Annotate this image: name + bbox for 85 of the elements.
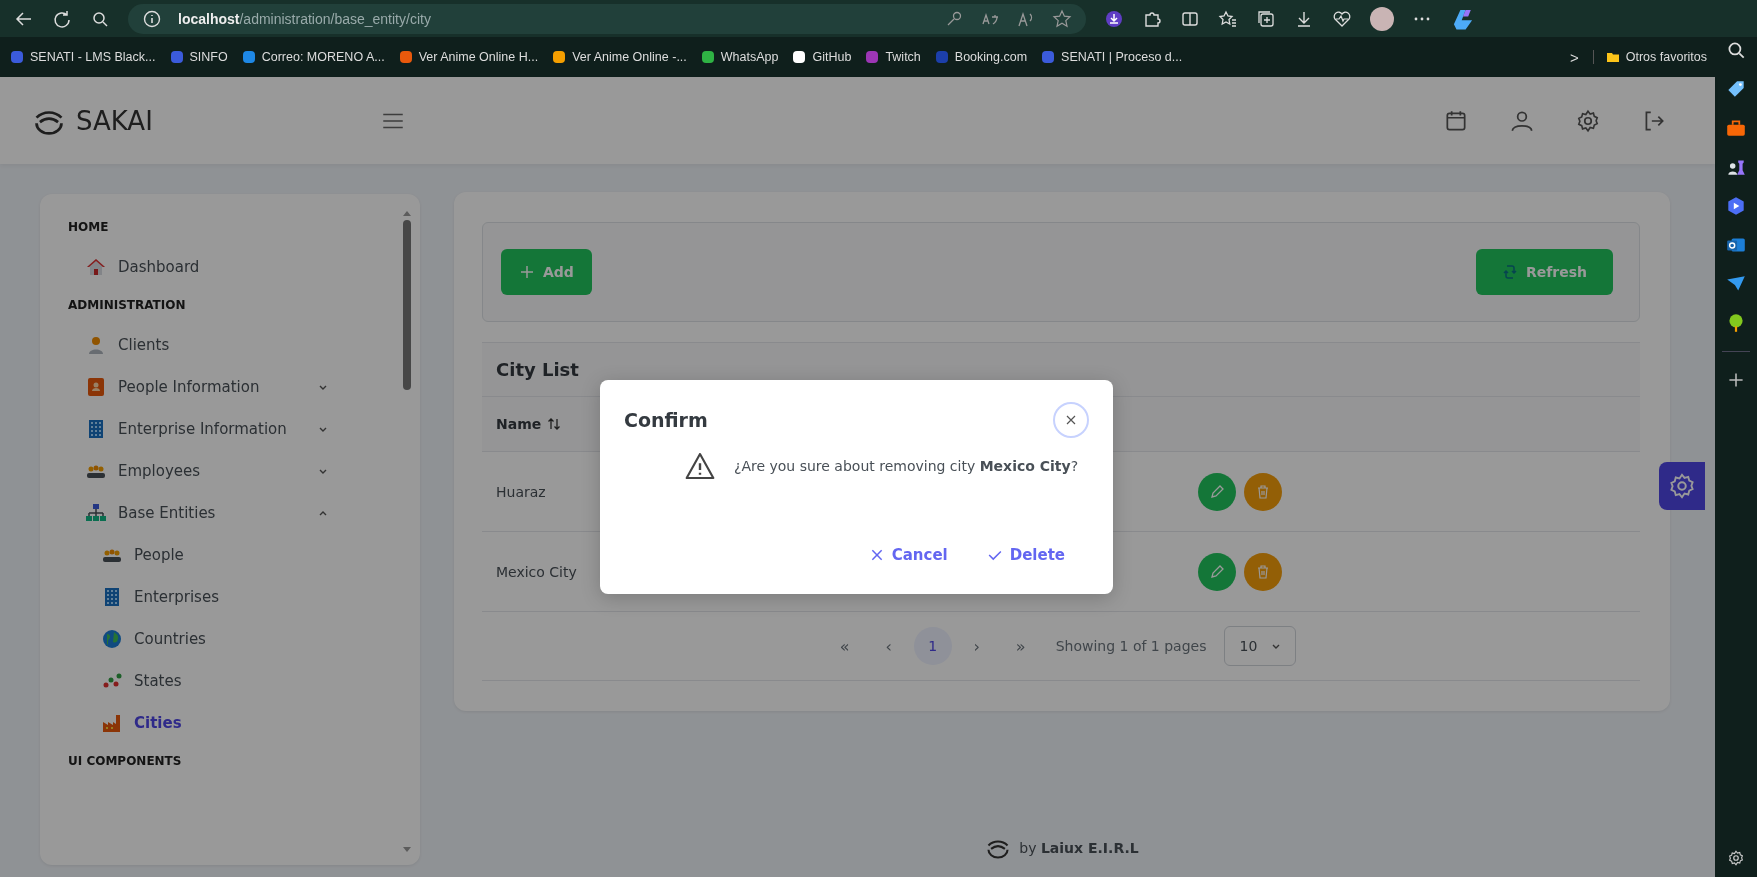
bookmark[interactable]: Twitch [865, 50, 921, 64]
site-logo-icon [241, 50, 256, 64]
dialog-message: ¿Are you sure about removing city Mexico City? [734, 458, 1079, 474]
address-book-icon [86, 377, 106, 397]
pencil-icon [1209, 563, 1225, 580]
dialog-title: Confirm [624, 409, 708, 431]
trash-icon [1255, 563, 1271, 580]
factory-icon [102, 713, 122, 733]
warning-icon [684, 450, 716, 482]
first-page-button[interactable]: « [825, 627, 864, 665]
star-icon[interactable] [1052, 8, 1072, 29]
site-logo-icon [552, 50, 567, 64]
sidebar-item[interactable]: Employees [68, 450, 328, 492]
bookmark[interactable]: Booking.com [934, 50, 1028, 64]
house-icon [86, 257, 106, 277]
logo-text: SAKAI [76, 105, 153, 136]
sort-icon [547, 417, 562, 431]
check-icon [987, 548, 1002, 562]
site-logo-icon [865, 50, 880, 64]
site-logo-icon [934, 50, 949, 64]
bookmark[interactable]: SENATI | Proceso d... [1041, 50, 1183, 64]
info-icon [142, 8, 162, 29]
footer-text: by Laiux E.I.R.L [1019, 840, 1139, 856]
building-icon [86, 419, 106, 439]
org-chart-icon [86, 503, 106, 523]
rows-per-page-dropdown[interactable]: 10 [1224, 626, 1297, 666]
previous-page-button[interactable]: ‹ [869, 627, 908, 665]
section-title: HOME [68, 219, 110, 236]
reload-icon[interactable] [52, 8, 72, 29]
settings-button[interactable] [1659, 462, 1705, 510]
refresh-icon [1501, 264, 1518, 280]
section-title: UI COMPONENTS [68, 753, 183, 770]
site-logo-icon [792, 50, 807, 64]
bookmark[interactable]: WhatsApp [700, 50, 779, 64]
sidebar-item[interactable]: States [68, 660, 328, 702]
close-icon [869, 548, 884, 562]
sidebar-item[interactable]: Cities [68, 702, 328, 744]
folder-icon [1605, 50, 1620, 64]
trash-icon [1255, 483, 1271, 500]
site-logo-icon [700, 50, 715, 64]
person-icon [86, 335, 106, 355]
next-page-button[interactable]: › [957, 627, 996, 665]
sidebar-item[interactable]: Countries [68, 618, 328, 660]
page-button[interactable]: 1 [913, 627, 952, 665]
bookmark[interactable]: Correo: MORENO A... [241, 50, 385, 64]
sidebar-item[interactable]: Enterprises [68, 576, 328, 618]
scrollbar-thumb[interactable] [403, 220, 411, 390]
bookmark[interactable]: SENATI - LMS Black... [10, 50, 156, 64]
sidebar-item[interactable]: People Information [68, 366, 328, 408]
page-report: Showing 1 of 1 pages [1055, 638, 1207, 654]
last-page-button[interactable]: » [1001, 627, 1040, 665]
address-bar[interactable]: localhost/administration/base_entity/city [128, 3, 1086, 34]
sidebar-item[interactable]: Base Entities [68, 492, 328, 534]
section-title: ADMINISTRATION [68, 297, 187, 314]
settings-icon [1667, 471, 1697, 501]
sidebar-item[interactable]: Enterprise Information [68, 408, 328, 450]
download-extension-icon[interactable] [1104, 8, 1124, 29]
sidebar-item[interactable]: Clients [68, 324, 328, 366]
profile-avatar[interactable] [1370, 6, 1394, 31]
sidebar-item[interactable]: Dashboard [68, 246, 328, 288]
column-header[interactable]: Name [496, 416, 562, 432]
bookmark[interactable]: Ver Anime Online H... [398, 50, 539, 64]
table-cell: Huaraz [496, 483, 546, 500]
collections-icon[interactable] [1256, 8, 1276, 29]
close-icon [1065, 414, 1077, 426]
sidebar-item[interactable]: People [68, 534, 328, 576]
pencil-icon [1209, 483, 1225, 500]
building-icon [102, 587, 122, 607]
app-icon[interactable] [1725, 195, 1747, 217]
plus-icon [519, 264, 535, 280]
site-logo-icon [1041, 50, 1056, 64]
site-logo-icon [169, 50, 184, 64]
bookmark[interactable]: Ver Anime Online -... [552, 50, 687, 64]
bookmark[interactable]: GitHub [792, 50, 852, 64]
more-bookmarks-chevron[interactable]: > [1569, 48, 1579, 66]
url-text: localhost/administration/base_entity/city [178, 10, 431, 27]
globe-icon [102, 629, 122, 649]
bookmark-folder[interactable]: Otros favoritos [1592, 50, 1707, 64]
site-logo-icon [10, 50, 24, 64]
table-cell: Mexico City [496, 563, 577, 580]
cancel-button[interactable]: Cancel [865, 542, 952, 568]
bookmark[interactable]: SINFO [169, 50, 228, 64]
site-logo-icon [398, 50, 413, 64]
delete-button[interactable]: Delete [983, 542, 1069, 568]
settings-icon[interactable] [1727, 849, 1745, 867]
